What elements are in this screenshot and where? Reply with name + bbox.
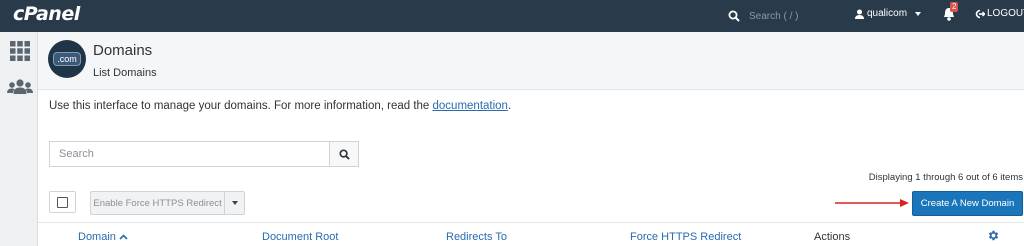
intro-text: Use this interface to manage your domain… (49, 100, 511, 112)
page-header: .com Domains List Domains (38, 32, 1024, 90)
logout-label: LOGOUT (987, 8, 1024, 19)
column-redirects-to[interactable]: Redirects To (446, 231, 507, 243)
domains-app-icon-text: .com (53, 52, 81, 66)
top-navbar: cPanel Search ( / ) qualicom 2 LOGOUT (0, 0, 1024, 32)
domains-table-header: Domain Document Root Redirects To Force … (38, 222, 1024, 246)
user-icon (855, 9, 864, 19)
sidebar (0, 32, 38, 246)
grid-icon[interactable] (9, 40, 31, 62)
users-icon[interactable] (7, 77, 33, 99)
intro-body: Use this interface to manage your domain… (49, 100, 433, 112)
force-https-dropdown-toggle[interactable] (225, 192, 244, 214)
page-subtitle: List Domains (93, 67, 157, 79)
documentation-link[interactable]: documentation (433, 100, 508, 112)
annotation-arrow-icon (835, 199, 909, 207)
user-menu[interactable]: qualicom (855, 8, 922, 19)
force-https-bulk-button[interactable]: Enable Force HTTPS Redirect (90, 191, 245, 215)
force-https-bulk-label[interactable]: Enable Force HTTPS Redirect (91, 192, 226, 214)
column-actions: Actions (814, 231, 851, 243)
create-domain-button[interactable]: Create A New Domain (912, 191, 1023, 216)
main-content: .com Domains List Domains Use this inter… (38, 32, 1024, 246)
domains-app-icon: .com (48, 40, 86, 78)
domain-search (49, 141, 359, 167)
global-search[interactable]: Search ( / ) (728, 7, 798, 25)
cpanel-logo[interactable]: cPanel (13, 3, 80, 25)
sort-ascending-icon (119, 234, 128, 240)
select-all-checkbox[interactable] (49, 191, 76, 213)
column-domain[interactable]: Domain (78, 231, 128, 243)
gear-icon[interactable] (987, 229, 1000, 242)
username-label: qualicom (867, 8, 908, 19)
search-icon (728, 10, 740, 22)
notification-badge: 2 (950, 2, 959, 12)
search-icon (339, 148, 350, 160)
search-button[interactable] (329, 142, 358, 166)
logout-button[interactable]: LOGOUT (975, 8, 1024, 19)
column-document-root[interactable]: Document Root (262, 231, 338, 243)
column-domain-label: Domain (78, 231, 116, 243)
checkbox-box (57, 197, 68, 208)
search-input[interactable] (50, 142, 330, 166)
column-force-https[interactable]: Force HTTPS Redirect (630, 231, 741, 243)
caret-down-icon (231, 201, 238, 205)
intro-end: . (507, 100, 512, 112)
page-title: Domains (93, 42, 153, 59)
global-search-placeholder[interactable]: Search ( / ) (749, 11, 798, 22)
chevron-down-icon (915, 11, 922, 16)
logout-icon (975, 9, 985, 18)
pagination-summary: Displaying 1 through 6 out of 6 items (868, 172, 1023, 183)
